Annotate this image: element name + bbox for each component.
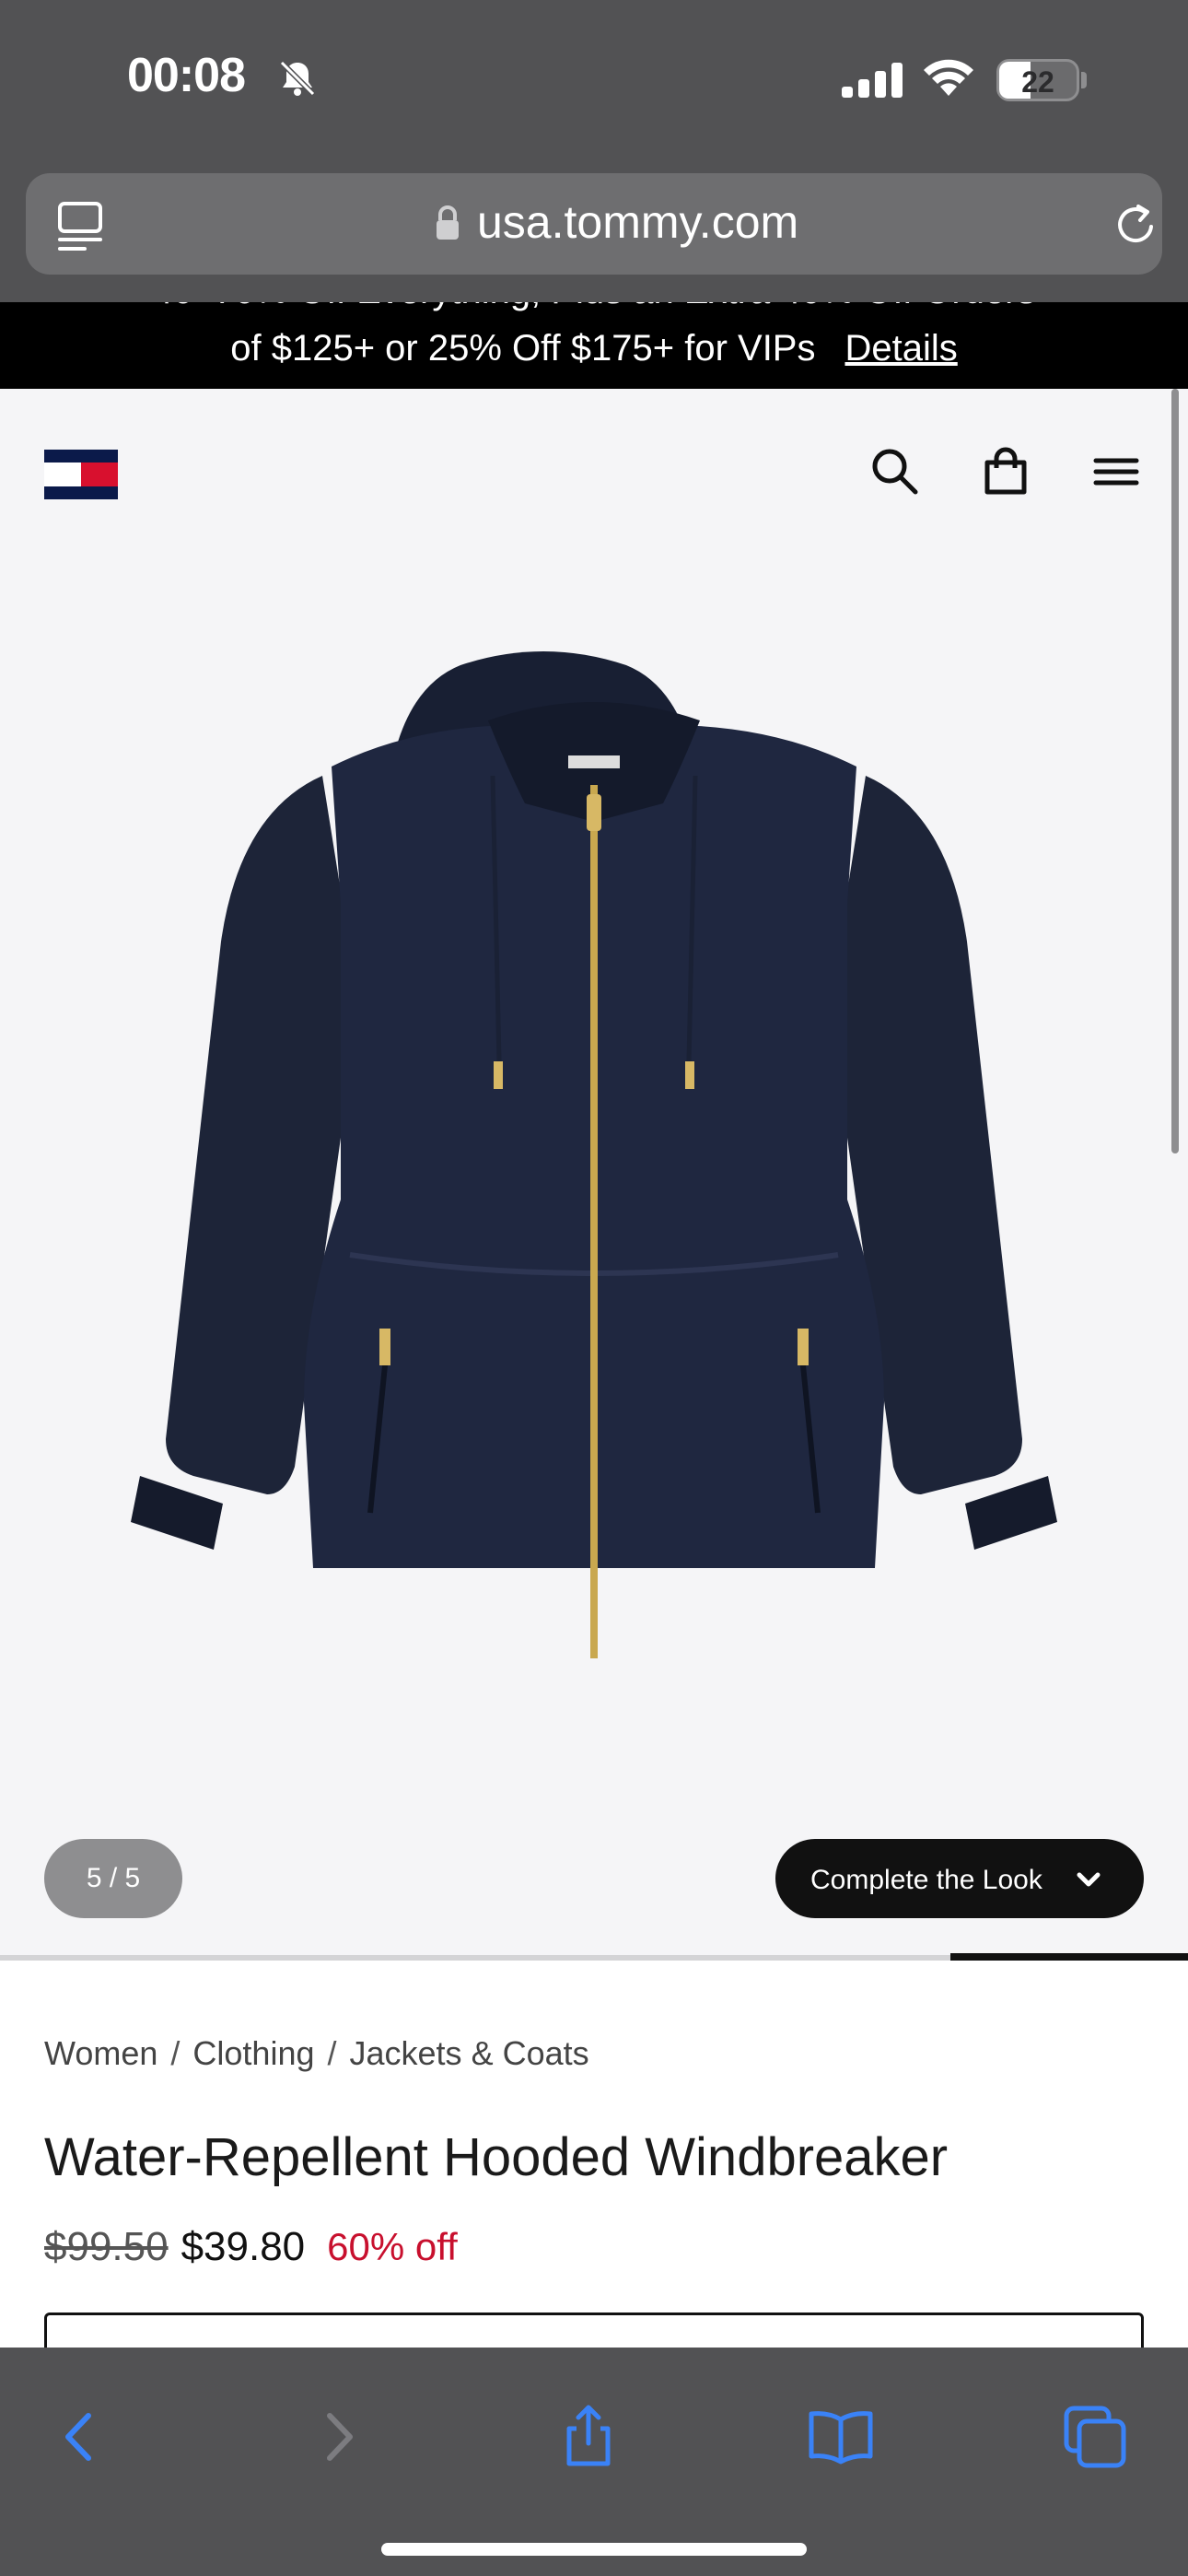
chevron-down-icon xyxy=(1077,1872,1101,1887)
breadcrumb-jackets-coats[interactable]: Jackets & Coats xyxy=(350,2034,589,2072)
status-time: 00:08 xyxy=(127,49,246,102)
promo-banner: 40–70% Off Everything, Plus an Extra 40%… xyxy=(0,302,1188,389)
battery-tip xyxy=(1081,72,1087,88)
reload-icon[interactable] xyxy=(1111,199,1162,251)
gallery-progress-fill xyxy=(950,1953,1188,1961)
tabs-icon[interactable] xyxy=(1061,2403,1129,2471)
promo-line: of $125+ or 25% Off $175+ for VIPs xyxy=(230,328,816,369)
site-header xyxy=(0,389,1188,555)
bookmarks-icon[interactable] xyxy=(807,2403,875,2471)
price-row: $99.50 $39.80 60% off xyxy=(44,2224,458,2270)
promo-text: of $125+ or 25% Off $175+ for VIPs Detail… xyxy=(0,328,1188,369)
image-counter: 5 / 5 xyxy=(44,1839,182,1918)
battery-icon: 22 xyxy=(996,59,1079,101)
breadcrumb-women[interactable]: Women xyxy=(44,2034,157,2072)
breadcrumb: Women / Clothing / Jackets & Coats xyxy=(44,2034,589,2073)
promo-text-cut: 40–70% Off Everything, Plus an Extra 40%… xyxy=(0,302,1188,312)
promo-details-link[interactable]: Details xyxy=(844,328,957,369)
product-title: Water-Repellent Hooded Windbreaker xyxy=(44,2127,949,2187)
product-details: Women / Clothing / Jackets & Coats Water-Rep… xyxy=(0,1961,1188,2386)
product-photo-windbreaker[interactable] xyxy=(129,647,1059,1669)
reader-icon[interactable] xyxy=(57,201,103,252)
search-icon[interactable] xyxy=(866,442,925,501)
original-price: $99.50 xyxy=(44,2224,169,2269)
share-icon[interactable] xyxy=(554,2403,623,2471)
url-bar[interactable]: usa.tommy.com xyxy=(26,173,1162,275)
complete-the-look-label: Complete the Look xyxy=(810,1865,1042,1895)
breadcrumb-clothing[interactable]: Clothing xyxy=(192,2034,314,2072)
bag-icon[interactable] xyxy=(976,442,1035,501)
forward-icon[interactable] xyxy=(304,2403,372,2471)
back-icon[interactable] xyxy=(46,2403,114,2471)
signal-icon xyxy=(842,63,903,98)
browser-chrome: 00:08 22 usa.tommy.com xyxy=(0,0,1188,302)
menu-icon[interactable] xyxy=(1087,442,1146,501)
lock-icon xyxy=(437,205,459,240)
breadcrumb-separator: / xyxy=(327,2034,337,2072)
discount-badge: 60% off xyxy=(327,2225,458,2268)
sale-price: $39.80 xyxy=(181,2224,306,2269)
battery-level: 22 xyxy=(1021,65,1054,99)
url-text[interactable]: usa.tommy.com xyxy=(477,195,798,249)
browser-toolbar xyxy=(0,2348,1188,2576)
wifi-icon xyxy=(924,59,973,96)
page-scrollbar[interactable] xyxy=(1171,389,1179,1153)
bell-slash-icon xyxy=(279,60,316,97)
home-indicator xyxy=(381,2543,807,2556)
breadcrumb-separator: / xyxy=(170,2034,181,2072)
complete-the-look-button[interactable]: Complete the Look xyxy=(775,1839,1144,1918)
product-image-gallery[interactable]: 5 / 5 Complete the Look xyxy=(0,555,1188,1955)
tommy-hilfiger-flag-logo[interactable] xyxy=(44,450,118,499)
